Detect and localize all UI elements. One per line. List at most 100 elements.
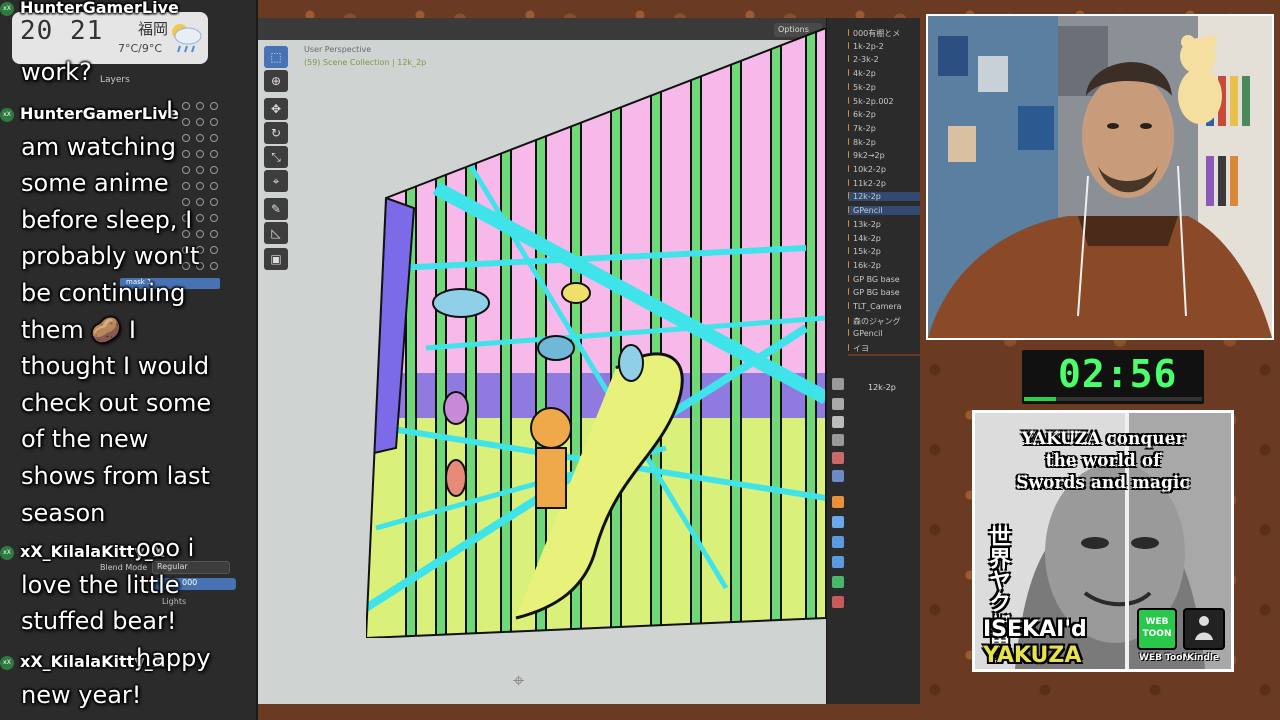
outliner-item-label: 4k-2p (853, 69, 876, 79)
scale-tool-icon[interactable]: ⤡ (264, 146, 288, 168)
render-tab-icon[interactable] (832, 398, 844, 410)
cursor-tool-icon[interactable]: ⊕ (264, 70, 288, 92)
outliner-item[interactable]: 5k-2p.002 (842, 96, 894, 106)
outliner-item-label: 14k-2p (853, 233, 881, 243)
properties-tabs (826, 18, 848, 704)
outliner-item-label: 9k2→2p (853, 151, 885, 161)
modifier-tab-icon[interactable] (832, 516, 844, 528)
outliner-item[interactable]: 11k2-2p (842, 178, 886, 188)
outliner-item-label: 5k-2p (853, 82, 876, 92)
outliner-item-label: GPencil (853, 329, 883, 339)
outliner-item-label: 2-3k-2 (853, 55, 879, 65)
cover-title-line-2: the world of (1045, 451, 1161, 471)
chat-message-line: check out some (21, 388, 212, 417)
view-layer-tab-icon[interactable] (832, 434, 844, 446)
webtoon-label: WEB TooN (1139, 653, 1190, 663)
outliner-item-label: 6k-2p (853, 110, 876, 120)
cover-yakuza-word: YAKUZA (983, 643, 1081, 668)
outliner-item-label: 12k-2p (853, 192, 881, 202)
chat-username: HunterGamerLive (20, 0, 179, 17)
annotate-tool-icon[interactable]: ✎ (264, 198, 288, 220)
outliner-item[interactable]: 000有棚とメ (842, 28, 900, 39)
chat-message-line: new year! (21, 680, 142, 709)
material-tab-icon[interactable] (832, 596, 844, 608)
outliner-item-label: イヨ (853, 344, 869, 354)
outliner-item-label: 10k2-2p (853, 165, 886, 174)
outliner-item[interactable]: 1k-2p-2 (842, 41, 884, 51)
cover-title-line-1: YAKUZA conquer (1021, 429, 1185, 449)
object-tab-icon[interactable] (832, 496, 844, 508)
chat-username: HunterGamerLive (20, 104, 179, 123)
outliner-item-label: 1k-2p-2 (853, 41, 884, 51)
chat-message-line: some anime (21, 169, 169, 198)
outliner-item-label: 15k-2p (853, 247, 881, 257)
outliner-item-label: 000有棚とメ (853, 29, 901, 38)
measure-tool-icon[interactable]: ◺ (264, 222, 288, 244)
outliner-item-label: 8k-2p (853, 137, 876, 147)
add-cube-tool-icon[interactable]: ▣ (264, 248, 288, 270)
chat-message-line: be continuing (21, 279, 186, 307)
timer-progress-fill (1024, 397, 1057, 401)
chat-avatar: xX (0, 656, 14, 670)
outliner-item[interactable]: 9k2→2p (842, 151, 885, 160)
data-tab-icon[interactable] (832, 576, 844, 588)
chat-message-line: of the new (21, 425, 149, 454)
outliner-item-label: GP BG base (853, 274, 900, 284)
chat-overlay: xX HunterGamerLive work? xX HunterGamerLive I… (0, 0, 258, 720)
outliner-item[interactable]: GPencil (842, 329, 883, 338)
outliner-item-label: TLT_Camera (853, 302, 902, 311)
chat-avatar: xX (0, 2, 14, 16)
outliner-item[interactable]: 森のジャング (842, 316, 901, 327)
chat-message-line: am watching (21, 132, 176, 161)
output-tab-icon[interactable] (832, 416, 844, 428)
3d-viewport[interactable]: Options User Perspective (59) Scene Coll… (258, 18, 826, 704)
chat-message-line: before sleep, I (21, 205, 193, 234)
chat-avatar: xX (0, 108, 14, 122)
chat-avatar: xX (0, 546, 14, 560)
physics-tab-icon[interactable] (832, 536, 844, 548)
chat-message-line: probably won't (21, 242, 200, 271)
outliner-item-label: GP BG base (853, 288, 900, 298)
outliner-item[interactable]: GP BG base (842, 274, 900, 284)
chat-message-line: ooo i (136, 534, 195, 562)
scene-tab-icon[interactable] (832, 452, 844, 464)
chat-message-line: shows from last (21, 462, 210, 490)
chat-message-line: love the little (21, 570, 180, 599)
webcam-image (928, 16, 1272, 338)
webtoon-logo-icon: WEB TOON (1137, 608, 1177, 650)
grease-pencil-artwork[interactable] (366, 28, 826, 638)
viewport-perspective-label: User Perspective (304, 45, 372, 54)
chat-message-line: them 🥔 I (21, 315, 136, 344)
world-tab-icon[interactable] (832, 470, 844, 482)
cover-subtitle: ISEKAI'd (983, 617, 1087, 642)
book-cover-ad: YAKUZA conquer the world of Swords and m… (972, 410, 1234, 672)
outliner-item[interactable]: TLT_Camera (842, 302, 902, 311)
3d-cursor-icon[interactable]: ⌖ (513, 668, 524, 692)
timer-display: 02:56 (1058, 352, 1178, 396)
outliner-item-label: 13k-2p (853, 219, 881, 229)
chat-message-line: thought I would (21, 352, 210, 381)
tool-shelf: ⬚ ⊕ ✥ ↻ ⤡ ⌖ ✎ ◺ ▣ (262, 44, 292, 274)
outliner-item[interactable]: GP BG base (842, 288, 900, 297)
properties-object-name[interactable]: 12k-2p (868, 383, 896, 392)
outliner-item-label: 7k-2p (853, 123, 876, 133)
transform-tool-icon[interactable]: ⌖ (264, 170, 288, 192)
chat-message-line: I (166, 96, 174, 124)
outliner-item-label: 16k-2p (853, 260, 881, 270)
outliner-item[interactable]: 10k2-2p (842, 165, 886, 174)
cover-yakuza-text: YAKUZA (983, 643, 1082, 668)
kindle-logo-icon (1183, 608, 1225, 650)
outliner-item-label: 5k-2p.002 (853, 96, 894, 106)
move-tool-icon[interactable]: ✥ (264, 98, 288, 120)
chat-message-line: season (21, 498, 106, 527)
constraints-tab-icon[interactable] (832, 556, 844, 568)
rotate-tool-icon[interactable]: ↻ (264, 122, 288, 144)
outliner-item-label: 11k2-2p (853, 178, 886, 188)
kindle-label: Kindle (1187, 653, 1220, 663)
outliner-item-label: GPencil (853, 206, 883, 216)
tool-tab-icon[interactable] (832, 378, 844, 390)
outliner-item-label: 森のジャング (853, 316, 901, 326)
chat-message-line: happy (136, 644, 211, 672)
cover-title-line-3: Swords and magic (1016, 473, 1190, 493)
select-tool-icon[interactable]: ⬚ (264, 46, 288, 68)
